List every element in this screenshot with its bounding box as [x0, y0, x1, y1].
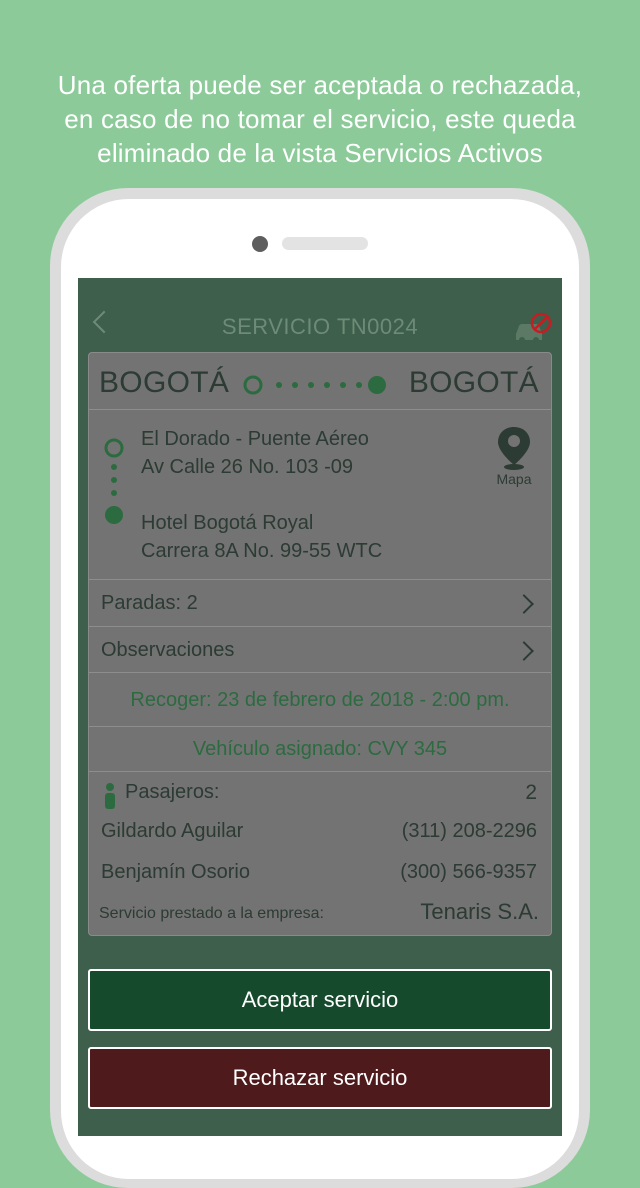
- route-timeline-icon: [104, 438, 124, 524]
- passengers-label: Pasajeros:: [125, 781, 220, 803]
- phone-speaker: [282, 237, 368, 250]
- passenger-phone[interactable]: (300) 566-9357: [400, 861, 537, 884]
- observations-label: Observaciones: [101, 639, 235, 661]
- stops-row[interactable]: Paradas: 2: [89, 580, 551, 626]
- chevron-right-icon: [514, 641, 534, 661]
- observations-row[interactable]: Observaciones: [89, 627, 551, 671]
- passenger-name: Gildardo Aguilar: [101, 820, 244, 842]
- origin-name: El Dorado - Puente Aéreo: [141, 428, 369, 450]
- route-line-icon: [243, 375, 386, 395]
- chevron-right-icon: [514, 594, 534, 614]
- divider: [89, 726, 551, 727]
- reject-service-button[interactable]: Rechazar servicio: [88, 1047, 552, 1109]
- service-card: BOGOTÁ BOGOTÁ El Dorado - Puente Aéreo A…: [88, 352, 552, 936]
- promo-caption: Una oferta puede ser aceptada o rechazad…: [0, 68, 640, 170]
- promo-line: Una oferta puede ser aceptada o rechazad…: [57, 70, 583, 100]
- destination-address: Carrera 8A No. 99-55 WTC: [141, 540, 383, 562]
- company-label: Servicio prestado a la empresa:: [99, 905, 324, 922]
- car-blocked-icon[interactable]: [512, 312, 554, 346]
- origin-address: Av Calle 26 No. 103 -09: [141, 456, 353, 478]
- passenger-icon: [105, 783, 115, 809]
- divider: [89, 672, 551, 673]
- divider: [89, 409, 551, 410]
- divider: [89, 771, 551, 772]
- destination-city: BOGOTÁ: [408, 366, 539, 399]
- promo-line: en caso de no tomar el servicio, este qu…: [64, 104, 576, 134]
- map-button[interactable]: Mapa: [489, 425, 539, 491]
- phone-camera: [252, 236, 268, 252]
- stops-label: Paradas: 2: [101, 592, 198, 614]
- company-name: Tenaris S.A.: [420, 899, 539, 924]
- map-label: Mapa: [496, 471, 532, 487]
- assigned-vehicle: Vehículo asignado: CVY 345: [192, 738, 448, 760]
- map-pin-icon: [498, 427, 530, 470]
- page-title: SERVICIO TN0024: [221, 314, 419, 339]
- app-screen: SERVICIO TN0024 BOGOTÁ BOGOTÁ El Dorado …: [78, 278, 562, 1136]
- destination-name: Hotel Bogotá Royal: [141, 512, 314, 534]
- accept-service-button[interactable]: Aceptar servicio: [88, 969, 552, 1031]
- app-header: SERVICIO TN0024: [78, 278, 562, 352]
- promo-line: eliminado de la vista Servicios Activos: [97, 138, 543, 168]
- passenger-name: Benjamín Osorio: [101, 861, 250, 883]
- passengers-count: 2: [525, 781, 537, 804]
- passenger-phone[interactable]: (311) 208-2296: [402, 820, 537, 843]
- origin-city: BOGOTÁ: [99, 366, 230, 399]
- pickup-time: Recoger: 23 de febrero de 2018 - 2:00 pm…: [130, 689, 510, 711]
